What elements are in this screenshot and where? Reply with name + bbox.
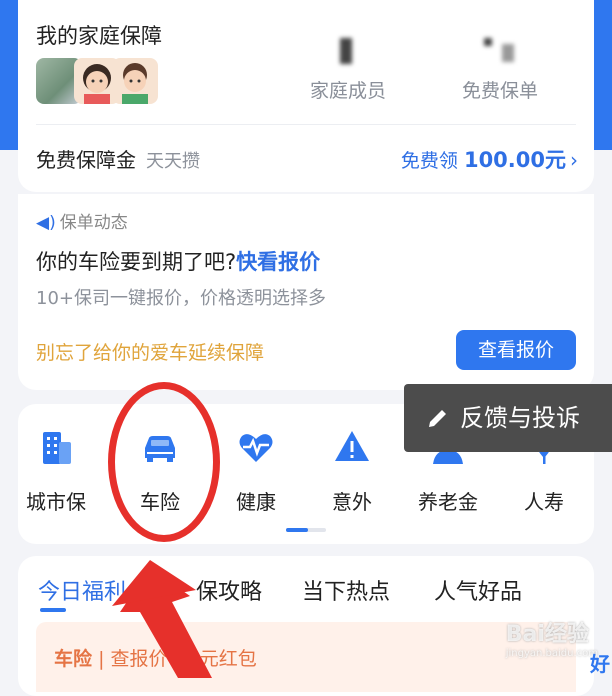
stat-label: 免费保单	[461, 80, 538, 102]
free-fund-subtitle: 天天攒	[146, 151, 200, 172]
free-fund-title: 免费保障金	[36, 148, 136, 172]
blurred-count	[440, 36, 560, 66]
news-subtitle: 10+保司一键报价，价格透明选择多	[36, 288, 326, 309]
warning-icon	[335, 431, 369, 461]
building-icon	[43, 432, 71, 464]
chevron-right-icon: ›	[570, 148, 578, 172]
claim-fund-link[interactable]: 免费领 100.00元 ›	[401, 144, 578, 174]
speaker-icon: ◀)	[36, 213, 56, 233]
stat-free-policies[interactable]: 免费保单	[440, 36, 560, 103]
stat-family-members[interactable]: 家庭成员	[288, 36, 408, 103]
category-health[interactable]: 健康	[214, 426, 298, 515]
news-reminder: 别忘了给你的爱车延续保障	[36, 342, 265, 364]
tab-hot-topics[interactable]: 当下热点	[302, 574, 390, 606]
category-label: 养老金	[418, 490, 478, 514]
category-accident[interactable]: 意外	[310, 426, 394, 515]
promo-description: | 查报价	[98, 648, 168, 670]
promo-tag: 车险	[54, 648, 93, 670]
stat-label: 家庭成员	[309, 80, 386, 102]
avatar	[112, 58, 158, 104]
news-header: ◀) 保单动态	[36, 208, 128, 233]
feedback-label: 反馈与投诉	[460, 404, 580, 432]
family-avatars[interactable]	[36, 58, 158, 104]
claim-prefix: 免费领	[400, 150, 458, 172]
divider	[36, 124, 576, 125]
category-label: 城市保	[26, 490, 86, 514]
category-label: 意外	[332, 490, 372, 514]
watermark: Bai经验 jingyan.baidu.com	[505, 622, 598, 659]
category-label: 人寿	[524, 490, 564, 514]
family-title: 我的家庭保障	[36, 24, 162, 48]
news-title-link[interactable]: 快看报价	[236, 250, 320, 274]
tab-guide[interactable]: 保攻略	[196, 574, 262, 606]
clipped-text: 好	[590, 652, 610, 676]
family-coverage-card[interactable]: 我的家庭保障 家庭成员 免费保单 免费保障金 天天攒 免费领 100.00元 ›	[18, 0, 594, 192]
tab-today-benefits[interactable]: 今日福利	[38, 574, 126, 606]
claim-unit: 元	[545, 148, 566, 172]
news-title-text: 你的车险要到期了吧?	[36, 250, 237, 274]
free-fund-label: 免费保障金 天天攒	[36, 144, 200, 173]
pencil-icon	[429, 410, 446, 427]
category-city-insurance[interactable]: 城市保	[14, 426, 98, 515]
heart-pulse-icon	[239, 434, 273, 462]
feedback-button[interactable]: 反馈与投诉	[404, 384, 612, 452]
blurred-count	[288, 36, 408, 66]
promo-text: 车险 | 查报价 99元红包	[54, 644, 257, 671]
category-label: 健康	[236, 490, 276, 514]
news-title[interactable]: 你的车险要到期了吧?快看报价	[36, 246, 320, 276]
tab-active-underline	[40, 608, 66, 612]
annotation-circle	[108, 382, 220, 542]
tab-popular[interactable]: 人气好品	[434, 574, 522, 606]
claim-amount: 100.00	[463, 148, 545, 172]
promo-banner[interactable]: 车险 | 查报价 99元红包	[36, 622, 576, 692]
promo-description-end: 99元红包	[175, 648, 257, 670]
policy-news-card[interactable]: ◀) 保单动态 你的车险要到期了吧?快看报价 10+保司一键报价，价格透明选择多 …	[18, 194, 594, 390]
view-quote-button[interactable]: 查看报价	[456, 330, 576, 370]
page-indicator	[286, 528, 326, 532]
news-header-label: 保单动态	[59, 213, 128, 233]
